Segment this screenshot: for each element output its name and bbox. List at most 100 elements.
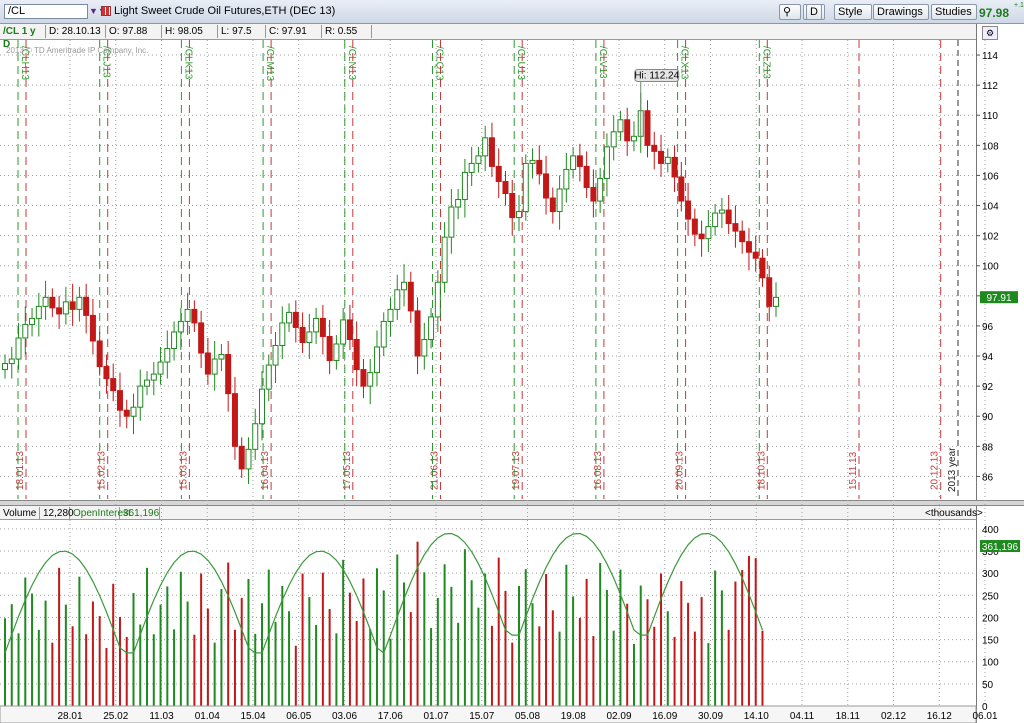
volume-bar (720, 590, 723, 706)
volume-bar (457, 622, 460, 706)
volume-bar (193, 634, 196, 706)
contract-label: /CLM13 (264, 46, 275, 81)
candle-body (333, 343, 340, 362)
candle-body (62, 301, 69, 315)
crude-oil-chart[interactable]: /CLH1318.01.13/CLJ1315.02.13/CLK1315.03.… (0, 0, 1024, 723)
expiry-date-label: 18.01.13 (15, 451, 26, 490)
price-tick-label: 96 (982, 322, 994, 333)
candle-body (171, 331, 178, 350)
volume-bar (382, 590, 385, 706)
expiry-date-label: 15.11.13 (848, 451, 859, 490)
volume-tick-label: 250 (982, 591, 999, 602)
volume-bar (653, 626, 656, 706)
volume-bar (693, 631, 696, 706)
candle-body (326, 335, 333, 362)
candle-body (259, 388, 265, 425)
candle-body (712, 212, 719, 228)
volume-tick-label: 100 (982, 658, 999, 669)
expiry-date-label: 19.07.13 (511, 451, 522, 490)
volume-bar (545, 574, 548, 706)
candle-body (563, 168, 570, 190)
candle-body (373, 346, 380, 374)
volume-bar (375, 568, 378, 706)
volume-bar (639, 585, 642, 706)
candle-body (434, 281, 441, 318)
candle-body (421, 338, 428, 357)
volume-bar (227, 562, 230, 706)
candle-body (705, 226, 712, 240)
candle-body (739, 230, 746, 243)
time-tick-label: 14.10 (744, 711, 769, 722)
candle-body (576, 155, 583, 167)
candle-body (279, 322, 286, 346)
time-tick-label: 02.12 (881, 711, 906, 722)
expiry-date-label: 18.10.13 (756, 451, 767, 490)
expiry-date-label: 20.12.13 (930, 451, 941, 490)
time-tick-label: 28.01 (57, 711, 82, 722)
price-tick-label: 86 (982, 472, 994, 483)
volume-bar (152, 634, 155, 706)
price-tick-label: 100 (982, 262, 999, 273)
volume-bar (538, 626, 541, 706)
volume-bar (98, 616, 101, 706)
volume-bar (612, 630, 615, 706)
volume-bar (342, 559, 345, 706)
time-tick-label: 02.09 (606, 711, 631, 722)
candle-body (407, 281, 414, 312)
candle-body (448, 206, 455, 238)
expiry-date-label: 16.08.13 (593, 451, 604, 490)
candle-body (671, 156, 678, 178)
expiry-date-label: 21.06.13 (430, 451, 441, 490)
volume-bar (511, 642, 514, 706)
time-tick-label: 06.05 (286, 711, 311, 722)
volume-bar (186, 601, 189, 706)
volume-bar (646, 599, 649, 706)
candle-body (583, 165, 590, 188)
expiry-date-label: 16.04.13 (260, 451, 271, 490)
time-tick-label: 30.09 (698, 711, 723, 722)
time-axis: 28.01 25.02 11.03 01.04 15.04 06.05 03.06 17.06… (0, 705, 998, 723)
volume-bar (484, 573, 487, 706)
volume-bar (261, 603, 263, 706)
volume-bar (362, 578, 365, 706)
volume-bar (632, 644, 635, 706)
volume-bar (17, 633, 20, 706)
contract-label: /CLQ13 (434, 46, 445, 81)
volume-bar (761, 630, 764, 706)
volume-bar (44, 600, 47, 706)
candle-body (340, 319, 347, 345)
candle-body (745, 241, 752, 253)
volume-bar (118, 616, 121, 706)
price-tick-label: 92 (982, 382, 994, 393)
volume-bar (281, 585, 284, 706)
candle-body (96, 340, 103, 368)
volume-bar (504, 590, 507, 706)
volume-bar (31, 593, 34, 706)
candle-body (76, 296, 83, 310)
price-tick-label: 106 (982, 171, 999, 182)
volume-bar (125, 636, 128, 706)
volume-bar (572, 596, 575, 706)
candle-body (664, 156, 671, 164)
volume-bar (450, 586, 453, 706)
volume-bar (565, 564, 568, 706)
high-marker-label: Hi: 112.24 (634, 71, 679, 82)
candle-body (495, 165, 502, 182)
candle-body (286, 311, 293, 324)
candle-body (543, 173, 550, 199)
candle-body (482, 137, 489, 157)
volume-bar (71, 626, 74, 706)
candle-body (651, 144, 658, 152)
candle-body (137, 385, 144, 408)
candle-body (198, 322, 205, 354)
candle-body (509, 193, 516, 219)
volume-bar (700, 597, 703, 706)
candle-body (225, 354, 232, 395)
volume-bar (734, 581, 737, 706)
volume-bar (288, 611, 291, 706)
candle-body (164, 348, 171, 363)
candle-body (617, 119, 624, 133)
volume-bar (673, 636, 676, 706)
volume-bar (551, 610, 554, 706)
candle-body (468, 162, 475, 173)
